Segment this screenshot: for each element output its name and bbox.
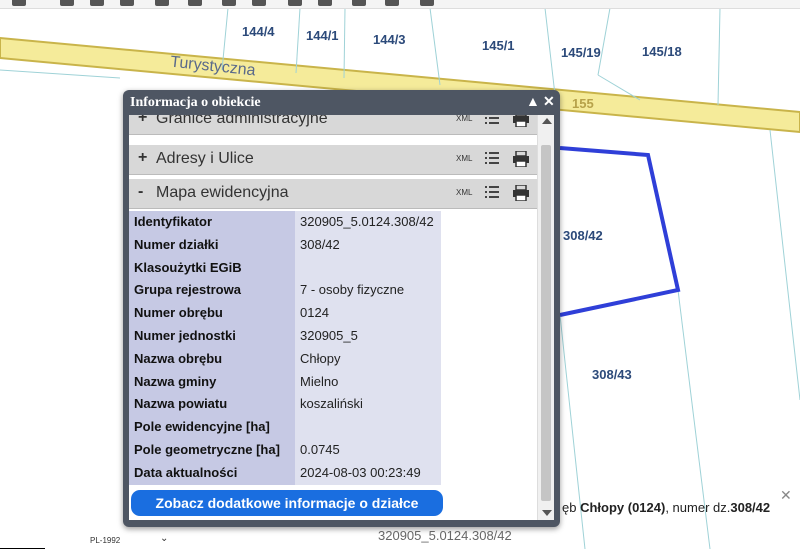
parcel-info-strip: ęb Chłopy (0124), numer dz.308/42	[562, 500, 770, 515]
row-value: 7 - osoby fizyczne	[295, 279, 441, 303]
tool-icon[interactable]	[318, 0, 332, 6]
section-adresy[interactable]: + Adresy i Ulice XML	[129, 145, 537, 175]
tool-icon[interactable]	[420, 0, 434, 6]
row-value	[295, 256, 441, 280]
row-value: koszaliński	[295, 393, 441, 417]
print-icon[interactable]	[512, 151, 530, 167]
parcel-label: 308/42	[563, 228, 603, 243]
popup-scrollbar[interactable]	[537, 115, 554, 520]
expand-icon[interactable]: +	[138, 115, 147, 127]
xml-button[interactable]: XML	[456, 154, 472, 163]
row-key: Nazwa powiatu	[129, 393, 295, 417]
parcel-label: 155	[572, 96, 594, 111]
chevron-down-icon[interactable]: ⌄	[160, 533, 168, 544]
row-value: 320905_5.0124.308/42	[295, 211, 441, 234]
parcel-id-text: 320905_5.0124.308/42	[378, 528, 512, 543]
table-row: Data aktualności 2024-08-03 00:23:49	[129, 461, 441, 485]
row-key: Data aktualności	[129, 461, 295, 485]
table-row: Klasoużytki EGiB	[129, 256, 441, 280]
scroll-down-icon[interactable]	[542, 510, 552, 516]
row-key: Identyfikator	[129, 211, 295, 234]
section-label[interactable]: Mapa ewidencyjna	[156, 184, 289, 202]
list-icon[interactable]	[485, 115, 499, 125]
list-icon[interactable]	[485, 151, 499, 165]
collapse-section-icon[interactable]: -	[138, 183, 143, 201]
attribute-table: Identyfikator 320905_5.0124.308/42 Numer …	[129, 211, 441, 485]
parcel-label: 145/18	[642, 44, 682, 59]
print-icon[interactable]	[512, 115, 530, 127]
row-key: Grupa rejestrowa	[129, 279, 295, 303]
section-mapa[interactable]: - Mapa ewidencyjna XML	[129, 179, 537, 209]
info-parcel: 308/42	[730, 500, 771, 515]
row-value: Chłopy	[295, 347, 441, 371]
section-granice[interactable]: + Granice administracyjne XML	[129, 115, 537, 135]
row-key: Pole ewidencyjne [ha]	[129, 416, 295, 439]
close-icon[interactable]: ✕	[780, 487, 792, 504]
popup-content: + Granice administracyjne XML + Adresy i…	[129, 115, 554, 520]
table-row: Pole ewidencyjne [ha]	[129, 416, 441, 439]
object-info-popup[interactable]: Informacja o obiekcie ▲ ✕ + Granice admi…	[123, 90, 560, 527]
row-value: 320905_5	[295, 324, 441, 348]
tool-icon[interactable]	[155, 0, 169, 6]
row-value	[295, 416, 441, 439]
tool-icon[interactable]	[288, 0, 302, 6]
table-row: Grupa rejestrowa 7 - osoby fizyczne	[129, 279, 441, 303]
table-row: Identyfikator 320905_5.0124.308/42	[129, 211, 441, 234]
parcel-label: 145/19	[561, 45, 601, 60]
xml-button[interactable]: XML	[456, 115, 472, 123]
scroll-thumb[interactable]	[541, 145, 551, 501]
row-key: Klasoużytki EGiB	[129, 256, 295, 280]
table-row: Pole geometryczne [ha] 0.0745	[129, 438, 441, 462]
row-value: 0.0745	[295, 438, 441, 462]
table-row: Numer działki 308/42	[129, 233, 441, 257]
scroll-up-icon[interactable]	[542, 118, 552, 124]
row-key: Pole geometryczne [ha]	[129, 438, 295, 462]
parcel-label: 144/4	[242, 24, 275, 39]
table-row: Numer obrębu 0124	[129, 302, 441, 325]
collapse-icon[interactable]: ▲	[526, 93, 540, 109]
table-row: Nazwa gminy Mielno	[129, 370, 441, 394]
section-label[interactable]: Granice administracyjne	[156, 115, 328, 128]
row-value: 308/42	[295, 233, 441, 257]
parcel-label: 308/43	[592, 367, 632, 382]
tool-icon[interactable]	[120, 0, 134, 6]
row-key: Numer obrębu	[129, 302, 295, 325]
tool-icon[interactable]	[352, 0, 366, 6]
tool-icon[interactable]	[60, 0, 74, 6]
popup-title: Informacja o obiekcie	[130, 95, 261, 110]
tool-icon[interactable]	[188, 0, 202, 6]
info-prefix: ęb	[562, 500, 581, 515]
map-toolbar	[0, 0, 800, 9]
row-value: 2024-08-03 00:23:49	[295, 461, 441, 485]
tool-icon[interactable]	[385, 0, 399, 6]
list-icon[interactable]	[485, 185, 499, 199]
section-label[interactable]: Adresy i Ulice	[156, 150, 254, 168]
row-key: Numer działki	[129, 233, 295, 257]
xml-button[interactable]: XML	[456, 188, 472, 197]
row-key: Nazwa obrębu	[129, 347, 295, 371]
row-key: Numer jednostki	[129, 324, 295, 348]
table-row: Numer jednostki 320905_5	[129, 324, 441, 348]
table-row: Nazwa powiatu koszaliński	[129, 393, 441, 417]
tool-icon[interactable]	[90, 0, 104, 6]
parcel-label: 145/1	[482, 38, 515, 53]
parcel-label: 144/3	[373, 32, 406, 47]
close-icon[interactable]: ✕	[543, 93, 555, 110]
more-info-button[interactable]: Zobacz dodatkowe informacje o działce	[131, 490, 443, 516]
tool-icon[interactable]	[252, 0, 266, 6]
row-value: Mielno	[295, 370, 441, 394]
projection-select[interactable]: PL-1992	[90, 536, 120, 545]
row-key: Nazwa gminy	[129, 370, 295, 394]
tool-icon[interactable]	[12, 0, 26, 6]
print-icon[interactable]	[512, 185, 530, 201]
info-mid: , numer dz.	[665, 500, 731, 515]
parcel-label: 144/1	[306, 28, 339, 43]
row-value: 0124	[295, 302, 441, 325]
info-obreb: Chłopy (0124)	[580, 500, 666, 515]
expand-icon[interactable]: +	[138, 149, 147, 167]
table-row: Nazwa obrębu Chłopy	[129, 347, 441, 371]
tool-icon[interactable]	[222, 0, 236, 6]
